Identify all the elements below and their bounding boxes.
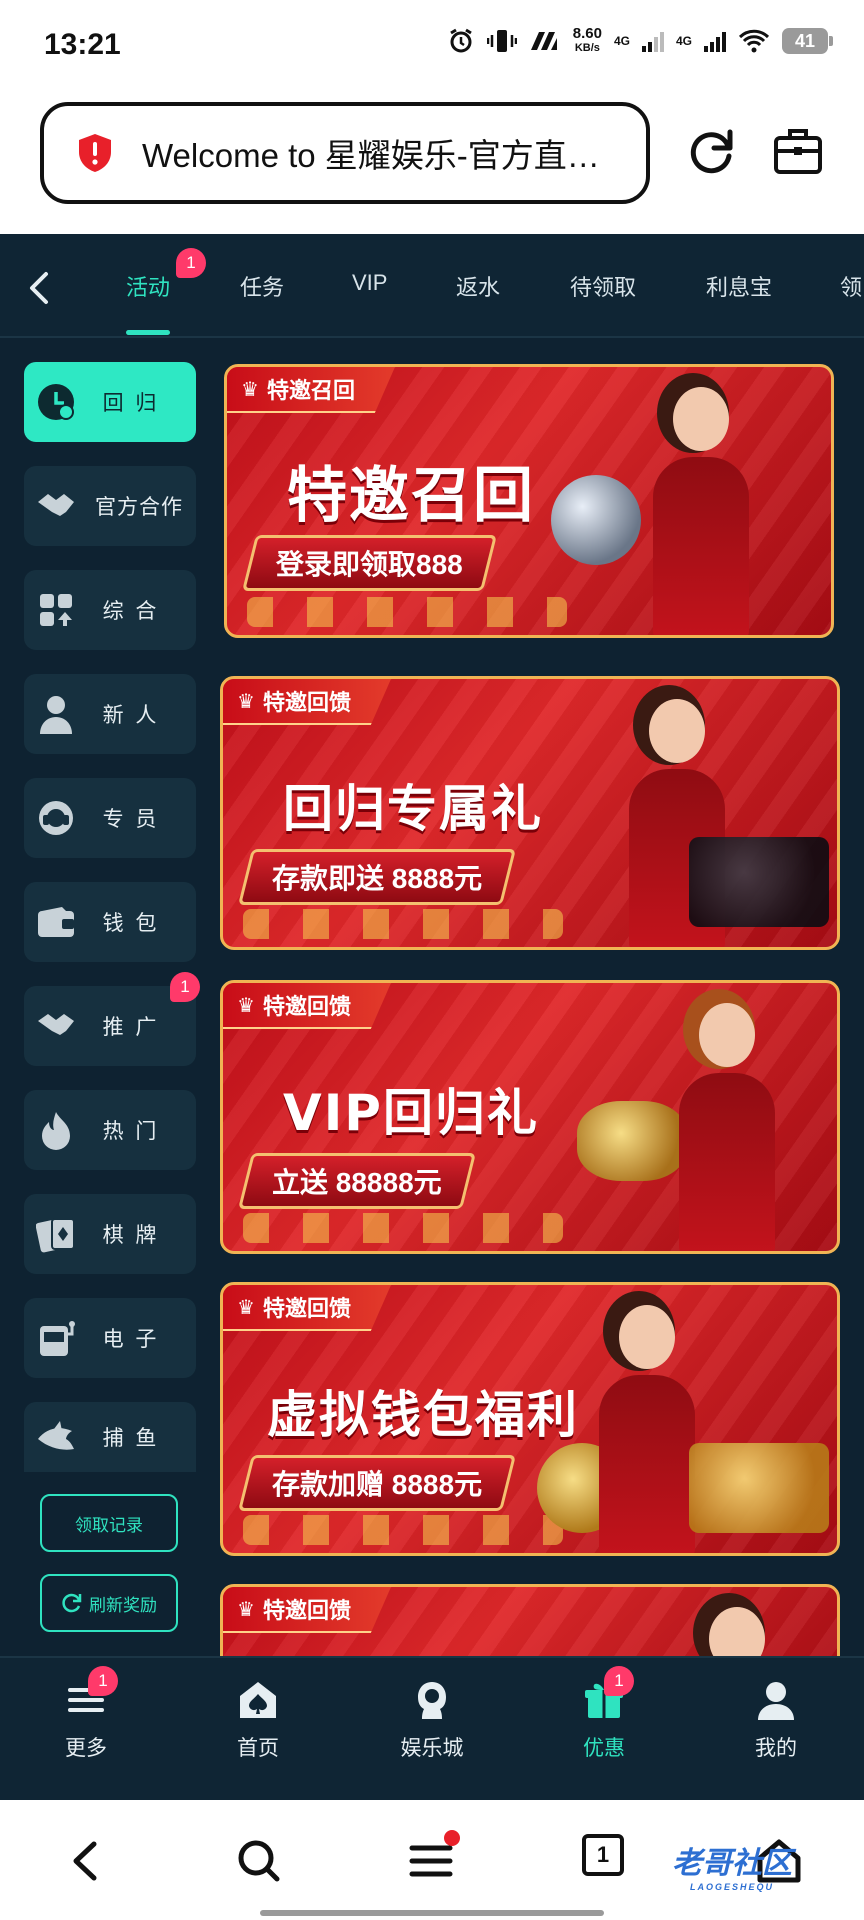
category-tabs: 活动 1 任务 VIP 返水 待领取 利息宝 领 [0,234,864,338]
active-tab-indicator [126,330,170,335]
page-title[interactable]: Welcome to 星耀娱乐-官方直… [142,129,632,177]
shark-icon [36,1417,76,1457]
refresh-icon [62,1593,82,1613]
model-image [667,997,787,1251]
banner-subline: 立送 88888元 [238,1153,476,1209]
clock-dollar-icon [36,382,76,422]
home-spade-icon [240,1682,276,1718]
banner-tag: ♛ 特邀回馈 [223,1587,391,1633]
signal-icon-2 [704,30,726,52]
sidebar-item-return[interactable]: 回 归 [24,362,196,442]
sidebar-promotion-badge: 1 [170,972,200,1002]
tab-pending[interactable]: 待领取 [570,270,636,302]
tab-tasks[interactable]: 任务 [240,270,284,302]
fire-icon [36,1110,76,1150]
user-icon [758,1682,794,1720]
menu-notification-dot [444,1830,460,1846]
cards-icon [36,1214,76,1254]
crown-icon: ♛ [241,378,259,401]
status-time: 13:21 [44,28,121,61]
banner-subline: 存款即送 8888元 [238,849,517,905]
claim-records-button[interactable]: 领取记录 [40,1494,178,1552]
battery-icon: 41 [782,28,833,54]
vibrate-icon [486,30,517,52]
sidebar-item-cards[interactable]: 棋 牌 [24,1194,196,1274]
tab-claim[interactable]: 领 [840,270,862,302]
crown-icon: ♛ [237,1598,255,1621]
disco-ball-image [551,475,641,565]
tab-vip[interactable]: VIP [352,270,387,296]
back-icon[interactable] [24,268,54,308]
banner-tag: ♛ 特邀召回 [227,367,395,413]
person-icon [36,694,76,734]
banner-tag: ♛ 特邀回馈 [223,679,391,725]
tab-rebate[interactable]: 返水 [456,270,500,302]
signal-icon-1 [641,30,664,52]
network-type-1: 4G [613,34,630,48]
address-bar[interactable]: Welcome to 星耀娱乐-官方直… [40,102,650,204]
banner-headline: 回归专属礼 [283,780,543,838]
banner-tag: ♛ 特邀回馈 [223,1285,391,1331]
handshake-icon [36,1006,76,1046]
data-saver-icon [530,32,557,50]
toolbox-icon[interactable] [772,126,824,176]
network-speed: 8.60 KB/s [572,25,602,54]
tab-switcher-button[interactable]: 1 [582,1834,624,1876]
sidebar-item-general[interactable]: 综 合 [24,570,196,650]
banner-headline: VIP回归礼 [283,1084,539,1142]
status-bar: 13:21 8.60 KB/s 4G 4G 41 [0,0,864,92]
crown-icon: ♛ [237,690,255,713]
slot-machine-icon [36,1318,76,1358]
sidebar-item-partner[interactable]: 官方合作 [24,466,196,546]
network-type-2: 4G [675,34,692,48]
wallet-icon [36,902,76,942]
promo-banner-recall[interactable]: ♛ 特邀召回 特邀召回 登录即领取888 [224,364,834,638]
banner-tag: ♛ 特邀回馈 [223,983,391,1029]
banner-subline: 存款加赠 8888元 [238,1455,517,1511]
wifi-icon [738,29,770,53]
crown-icon: ♛ [237,1296,255,1319]
banner-headline: 特邀召回 [287,461,535,531]
nav-casino[interactable]: 娱乐城 [372,1678,492,1762]
tab-activity-badge: 1 [176,248,206,278]
nav-profile[interactable]: 我的 [716,1678,836,1762]
promo-banner-vip[interactable]: ♛ 特邀回馈 VIP回归礼 立送 88888元 [220,980,840,1254]
handshake-icon [36,486,76,526]
lady-icon [418,1682,446,1719]
banner-subline: 登录即领取888 [242,535,497,591]
promo-banner-return-gift[interactable]: ♛ 特邀回馈 回归专属礼 存款即送 8888元 [220,676,840,950]
casino-chips-image [689,837,829,927]
sidebar-item-newbie[interactable]: 新 人 [24,674,196,754]
nav-home[interactable]: 首页 [198,1678,318,1762]
shield-warning-icon[interactable] [76,132,114,174]
refresh-rewards-button[interactable]: 刷新奖励 [40,1574,178,1632]
promo-banner-wallet[interactable]: ♛ 特邀回馈 虚拟钱包福利 存款加赠 8888元 [220,1282,840,1556]
home-indicator[interactable] [260,1910,604,1916]
sidebar-item-agent[interactable]: 专 员 [24,778,196,858]
search-icon[interactable] [234,1836,284,1886]
sidebar-item-fishing[interactable]: 捕 鱼 [24,1402,196,1472]
nav-promotions-badge: 1 [604,1666,634,1696]
headset-icon [36,798,76,838]
grid-icon [36,590,76,630]
tab-activity[interactable]: 活动 [126,270,170,302]
nav-more-badge: 1 [88,1666,118,1696]
model-image [641,381,761,635]
sidebar-item-electronic[interactable]: 电 子 [24,1298,196,1378]
status-icons: 8.60 KB/s 4G 4G 41 [447,25,833,56]
app-content: 活动 1 任务 VIP 返水 待领取 利息宝 领 回 归 官方合作 综 合 新 … [0,234,864,1800]
nav-more[interactable]: 更多 [26,1678,146,1762]
alarm-icon [449,28,472,53]
banner-headline: 虚拟钱包福利 [267,1386,579,1444]
browser-bottom-bar: 1 老哥社区 LAOGESHEQU [0,1800,864,1920]
sidebar-item-hot[interactable]: 热 门 [24,1090,196,1170]
browser-back-icon[interactable] [62,1836,112,1886]
app-bottom-nav: 更多 1 首页 娱乐城 优惠 1 我的 [0,1656,864,1800]
watermark-logo: 老哥社区 LAOGESHEQU [672,1847,792,1892]
reload-icon[interactable] [684,124,738,178]
crown-icon: ♛ [237,994,255,1017]
tab-interest[interactable]: 利息宝 [706,270,772,302]
gold-bars-image [689,1443,829,1533]
sidebar-item-wallet[interactable]: 钱 包 [24,882,196,962]
